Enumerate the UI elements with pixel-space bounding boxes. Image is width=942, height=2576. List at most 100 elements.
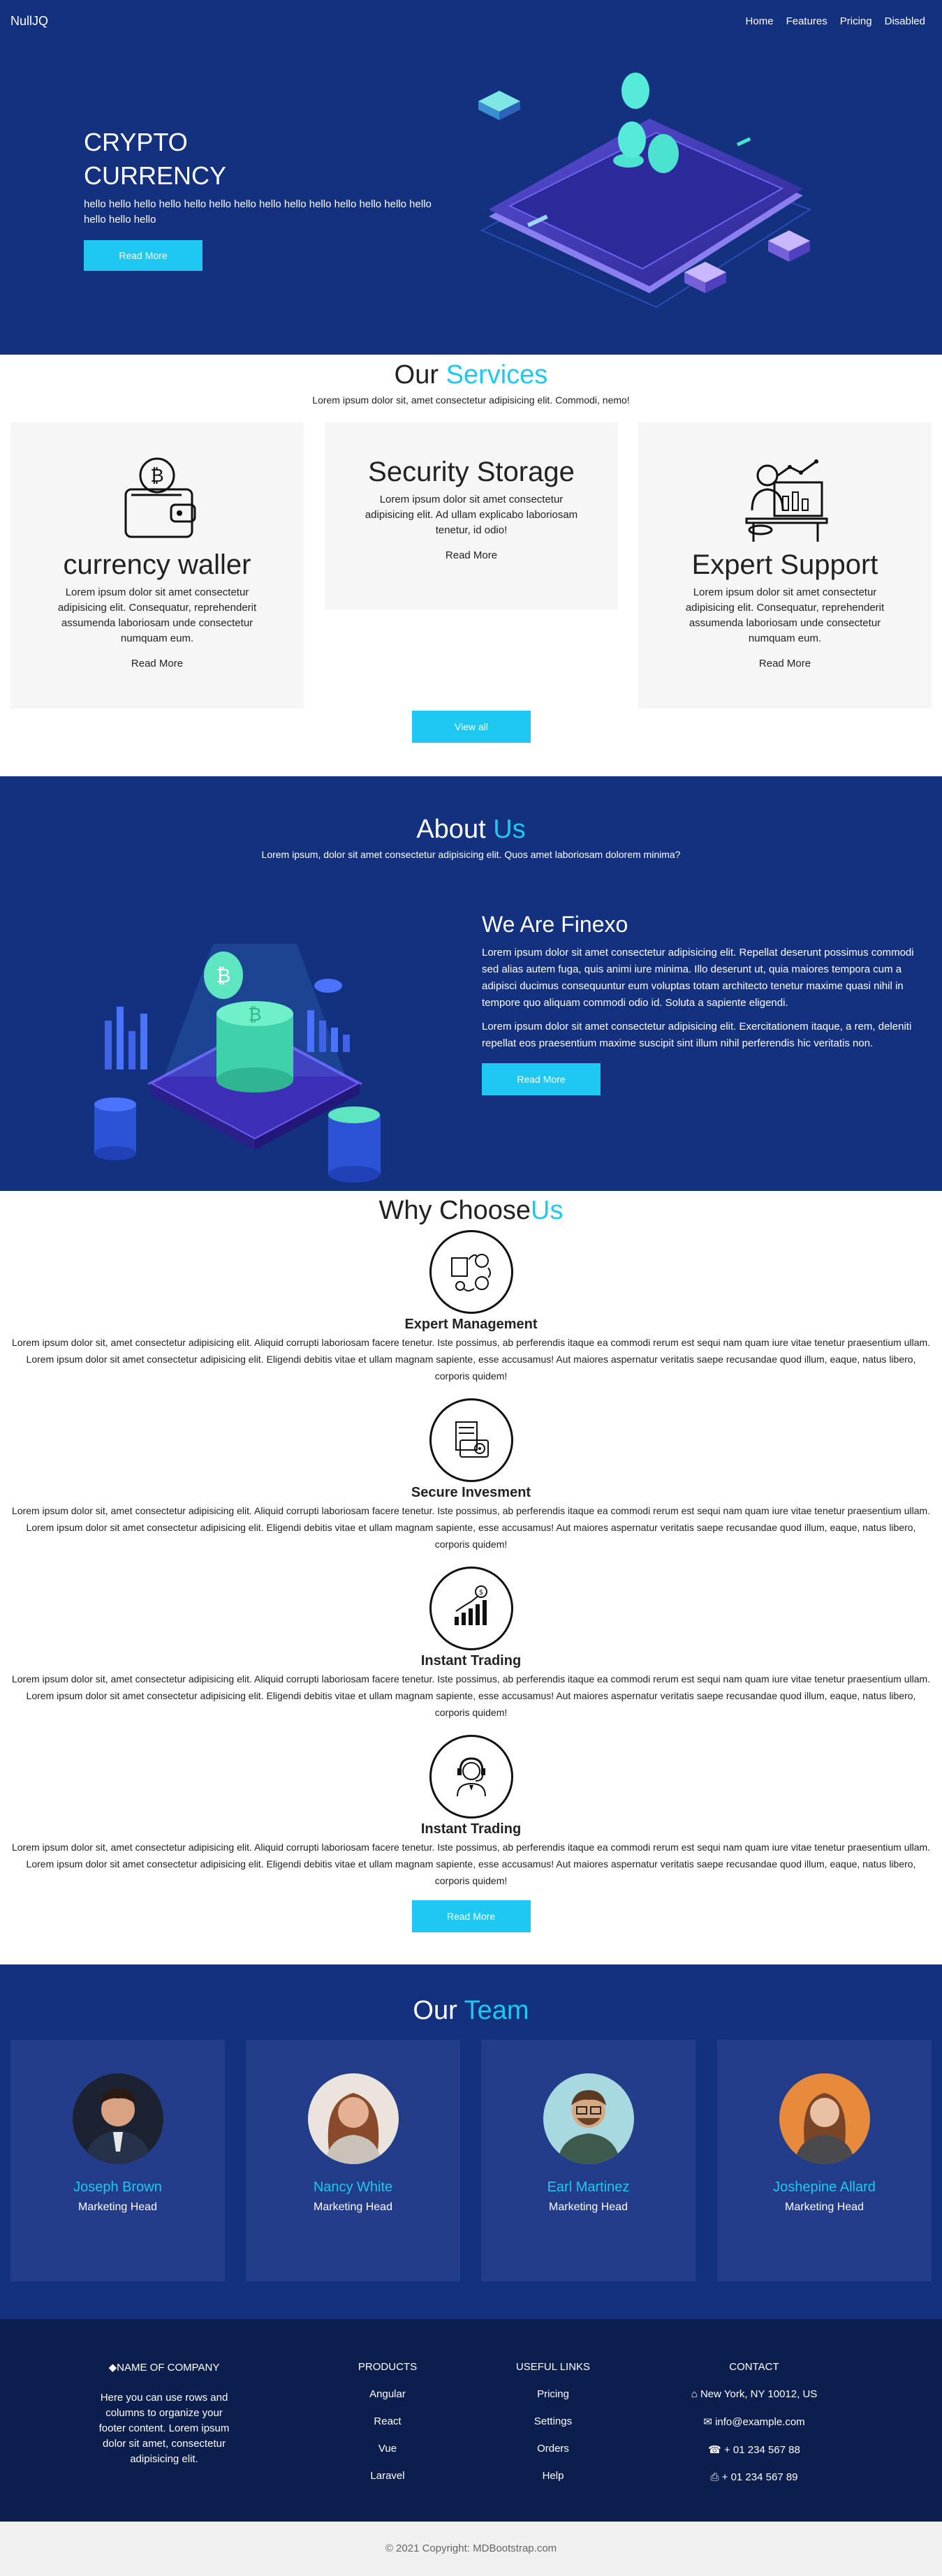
management-cycle-icon (429, 1230, 513, 1314)
about-title: About Us (0, 776, 942, 845)
footer-company-column: ◆NAME OF COMPANY Here you can use rows a… (91, 2361, 237, 2467)
hero-section: NullJQ Home Features Pricing Disabled CR… (0, 0, 942, 355)
footer-product-link[interactable]: Laravel (318, 2470, 457, 2482)
service-card-wallet: ₿ currency waller Lorem ipsum dolor sit … (10, 422, 304, 709)
footer-fax: ⎙ + 01 234 567 89 (670, 2471, 838, 2483)
team-member-role: Marketing Head (314, 2201, 392, 2213)
footer: ◆NAME OF COMPANY Here you can use rows a… (0, 2319, 942, 2522)
feature-title: Secure Invesment (411, 1485, 531, 1500)
home-icon: ⌂ (691, 2388, 700, 2400)
hero-title-line1: CRYPTO (84, 128, 188, 156)
storage-cube-right (768, 230, 810, 262)
phone-icon: ☎ (708, 2444, 724, 2456)
support-desk-icon (745, 459, 828, 542)
service-card-text: Lorem ipsum dolor sit amet consectetur a… (57, 586, 257, 644)
footer-links-heading: USEFUL LINKS (515, 2361, 591, 2373)
nav-links: Home Features Pricing Disabled (739, 15, 932, 27)
envelope-icon: ✉ (703, 2416, 716, 2428)
trading-chart-icon: $ (429, 1567, 513, 1650)
footer-useful-link[interactable]: Settings (483, 2415, 623, 2427)
hero-description: hello hello hello hello hello hello hell… (84, 198, 432, 225)
service-card-title: Security Storage (368, 457, 575, 487)
feature-title: Expert Management (404, 1317, 538, 1332)
footer-phone[interactable]: ☎ + 01 234 567 88 (670, 2443, 838, 2456)
services-subtitle: Lorem ipsum dolor sit, amet consectetur … (312, 394, 630, 406)
about-text: We Are Finexo Lorem ipsum dolor sit amet… (482, 912, 922, 1095)
view-all-button[interactable]: View all (412, 711, 531, 743)
why-choose-section: Why ChooseUs Expert Management Lorem ips… (0, 1191, 942, 1964)
team-title: Our Team (0, 1964, 942, 2026)
service-card-support: Expert Support Lorem ipsum dolor sit ame… (638, 422, 932, 709)
why-read-more-button[interactable]: Read More (411, 1900, 531, 1932)
footer-address: ⌂ New York, NY 10012, US (670, 2388, 838, 2400)
about-paragraph-1: Lorem ipsum dolor sit amet consectetur a… (482, 947, 914, 1009)
about-paragraph-2: Lorem ipsum dolor sit amet consectetur a… (482, 1021, 912, 1049)
about-subtitle: Lorem ipsum, dolor sit amet consectetur … (261, 849, 681, 860)
team-card: Joshepine Allard Marketing Head (717, 2040, 932, 2281)
footer-contact-column: CONTACT ⌂ New York, NY 10012, US ✉ info@… (670, 2361, 838, 2483)
storage-cube-left (478, 91, 520, 120)
services-title: Our Services (0, 355, 942, 390)
team-member-name: Earl Martinez (547, 2179, 630, 2195)
about-heading: We Are Finexo (482, 912, 628, 937)
team-card: Nancy White Marketing Head (246, 2040, 460, 2281)
gem-icon: ◆ (108, 2362, 117, 2374)
service-cards: ₿ currency waller Lorem ipsum dolor sit … (10, 422, 932, 709)
feature-text: Lorem ipsum dolor sit, amet consectetur … (11, 1673, 931, 1718)
nav-link-features[interactable]: Features (780, 15, 834, 27)
avatar (72, 2073, 163, 2164)
footer-company-text: Here you can use rows and columns to org… (98, 2392, 230, 2465)
about-title-main: About (416, 815, 486, 844)
about-read-more-button[interactable]: Read More (482, 1063, 601, 1095)
feature-title: Instant Trading (420, 1821, 522, 1837)
services-title-main: Our (394, 360, 439, 390)
feature-title: Instant Trading (420, 1653, 522, 1668)
secure-card-icon (429, 1398, 513, 1482)
footer-address-text: New York, NY 10012, US (700, 2388, 818, 2400)
footer-useful-link[interactable]: Orders (483, 2443, 623, 2455)
nav-link-home[interactable]: Home (739, 15, 780, 27)
service-read-more-link[interactable]: Read More (638, 658, 932, 669)
team-section: Our Team Joseph Brown Marketing Head Nan… (0, 1964, 942, 2319)
footer-phone-text: + 01 234 567 88 (724, 2444, 800, 2456)
nav-link-disabled[interactable]: Disabled (878, 15, 932, 27)
team-title-main: Our (413, 1996, 457, 2025)
feature-item: $ Instant Trading Lorem ipsum dolor sit,… (0, 1567, 942, 1721)
footer-fax-text: + 01 234 567 89 (721, 2471, 798, 2483)
feature-text: Lorem ipsum dolor sit, amet consectetur … (11, 1337, 931, 1382)
avatar (543, 2073, 634, 2164)
hero-title: CRYPTO CURRENCY (84, 126, 447, 193)
team-member-name: Joshepine Allard (773, 2179, 876, 2195)
feature-text: Lorem ipsum dolor sit, amet consectetur … (11, 1842, 931, 1886)
footer-product-link[interactable]: Vue (318, 2443, 457, 2455)
hero-title-line2: CURRENCY (84, 161, 227, 190)
footer-useful-link[interactable]: Pricing (483, 2388, 623, 2400)
about-title-accent: Us (493, 815, 526, 844)
service-read-more-link[interactable]: Read More (10, 658, 304, 669)
hero-text: CRYPTO CURRENCY hello hello hello hello … (84, 126, 447, 271)
footer-email[interactable]: ✉ info@example.com (670, 2415, 838, 2428)
coin-stack-illustration: ₿ ₿ (94, 944, 381, 1183)
service-card-title: currency waller (63, 549, 251, 580)
feature-item: Secure Invesment Lorem ipsum dolor sit, … (0, 1398, 942, 1553)
service-read-more-link[interactable]: Read More (325, 549, 618, 561)
svg-text:₿: ₿ (150, 466, 163, 487)
service-card-text: Lorem ipsum dolor sit amet consectetur a… (365, 494, 578, 536)
feature-text: Lorem ipsum dolor sit, amet consectetur … (11, 1505, 931, 1550)
brand-logo[interactable]: NullJQ (10, 14, 48, 29)
footer-company-heading: ◆NAME OF COMPANY (91, 2361, 237, 2374)
footer-useful-link[interactable]: Help (483, 2470, 623, 2482)
why-title: Why ChooseUs (0, 1191, 942, 1230)
footer-product-link[interactable]: React (318, 2415, 457, 2427)
why-title-accent: Us (531, 1196, 564, 1225)
footer-product-link[interactable]: Angular (318, 2388, 457, 2400)
service-card-security: Security Storage Lorem ipsum dolor sit a… (325, 422, 618, 609)
avatar (307, 2073, 399, 2164)
hero-read-more-button[interactable]: Read More (84, 240, 203, 271)
team-member-name: Nancy White (313, 2179, 393, 2195)
services-title-accent: Services (446, 360, 548, 390)
svg-text:₿: ₿ (248, 1005, 261, 1026)
nav-link-pricing[interactable]: Pricing (834, 15, 878, 27)
crypto-phone-illustration (478, 73, 812, 309)
team-member-role: Marketing Head (549, 2201, 628, 2213)
